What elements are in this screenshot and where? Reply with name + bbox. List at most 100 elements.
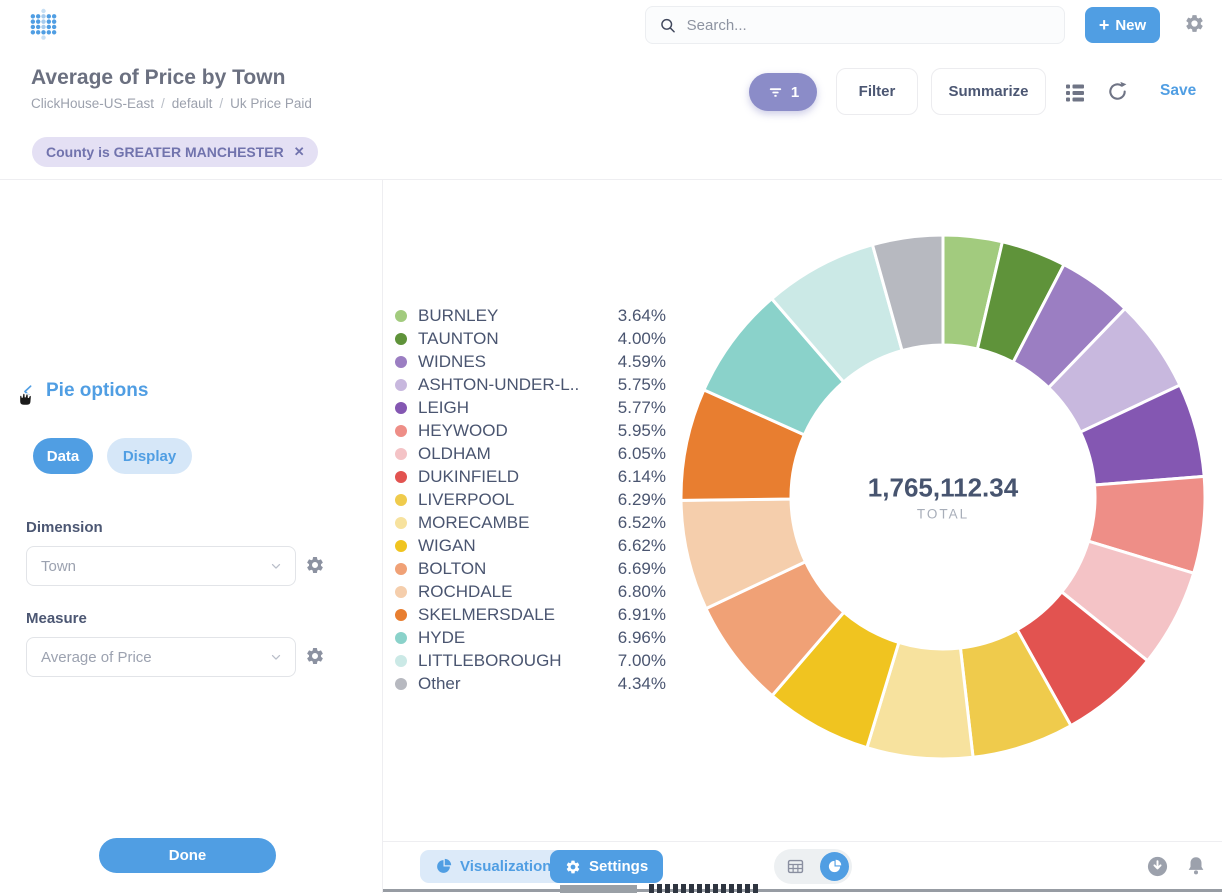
search-bar[interactable] <box>645 6 1065 44</box>
chevron-left-icon[interactable] <box>20 383 37 400</box>
legend-percent: 6.91% <box>618 605 666 625</box>
legend-label: HEYWOOD <box>418 421 618 441</box>
filter-button[interactable]: Filter <box>836 68 918 115</box>
breadcrumb-table[interactable]: Uk Price Paid <box>230 96 312 111</box>
legend-percent: 6.62% <box>618 536 666 556</box>
bell-icon[interactable] <box>1185 855 1207 877</box>
legend-label: DUKINFIELD <box>418 467 618 487</box>
summarize-button[interactable]: Summarize <box>931 68 1046 115</box>
legend-item[interactable]: Other4.34% <box>395 672 666 695</box>
legend-label: WIDNES <box>418 352 618 372</box>
plus-icon: + <box>1099 16 1110 34</box>
visualization-button[interactable]: Visualization <box>420 850 566 883</box>
dimension-value: Town <box>41 558 269 575</box>
filter-count-pill[interactable]: 1 <box>749 73 817 111</box>
legend-item[interactable]: ROCHDALE6.80% <box>395 580 666 603</box>
legend-label: HYDE <box>418 628 618 648</box>
legend-item[interactable]: HYDE6.96% <box>395 626 666 649</box>
legend-item[interactable]: BOLTON6.69% <box>395 557 666 580</box>
measure-gear-icon[interactable] <box>305 646 325 666</box>
legend-color-dot <box>395 678 407 690</box>
legend-color-dot <box>395 609 407 621</box>
settings-button[interactable]: Settings <box>550 850 663 883</box>
pie-chart-icon <box>827 859 842 874</box>
search-input[interactable] <box>687 17 1051 34</box>
legend-label: Other <box>418 674 618 694</box>
legend-item[interactable]: LEIGH5.77% <box>395 396 666 419</box>
legend-color-dot <box>395 310 407 322</box>
legend-item[interactable]: HEYWOOD5.95% <box>395 419 666 442</box>
legend-color-dot <box>395 425 407 437</box>
new-button[interactable]: + New <box>1085 7 1160 43</box>
visualization-label: Visualization <box>460 858 551 875</box>
tab-display[interactable]: Display <box>107 438 192 474</box>
pie-legend: BURNLEY3.64%TAUNTON4.00%WIDNES4.59%ASHTO… <box>395 304 666 695</box>
search-icon <box>659 16 677 35</box>
save-button[interactable]: Save <box>1160 82 1196 100</box>
legend-item[interactable]: DUKINFIELD6.14% <box>395 465 666 488</box>
legend-label: LIVERPOOL <box>418 490 618 510</box>
legend-color-dot <box>395 655 407 667</box>
pie-toggle-active[interactable] <box>820 852 849 881</box>
legend-color-dot <box>395 563 407 575</box>
legend-color-dot <box>395 356 407 368</box>
filter-chip-label: County is GREATER MANCHESTER <box>46 144 284 160</box>
legend-percent: 6.14% <box>618 467 666 487</box>
legend-color-dot <box>395 471 407 483</box>
new-button-label: New <box>1115 17 1146 34</box>
gear-icon[interactable] <box>1184 13 1205 34</box>
legend-label: LITTLEBOROUGH <box>418 651 618 671</box>
pie-options-sidebar: Pie options Data Display Dimension Town … <box>0 180 383 893</box>
legend-color-dot <box>395 333 407 345</box>
legend-item[interactable]: SKELMERSDALE6.91% <box>395 603 666 626</box>
legend-percent: 6.80% <box>618 582 666 602</box>
legend-color-dot <box>395 448 407 460</box>
page-title[interactable]: Average of Price by Town <box>31 66 285 90</box>
legend-item[interactable]: LITTLEBOROUGH7.00% <box>395 649 666 672</box>
measure-select[interactable]: Average of Price <box>26 637 296 677</box>
breadcrumb-database[interactable]: ClickHouse-US-East <box>31 96 154 111</box>
download-icon[interactable] <box>1146 855 1169 878</box>
close-icon[interactable]: ✕ <box>284 144 318 160</box>
legend-percent: 6.96% <box>618 628 666 648</box>
pie-chart-icon <box>435 858 452 875</box>
dimension-label: Dimension <box>26 519 103 536</box>
dimension-select[interactable]: Town <box>26 546 296 586</box>
legend-color-dot <box>395 379 407 391</box>
legend-percent: 5.95% <box>618 421 666 441</box>
breadcrumb: ClickHouse-US-East / default / Uk Price … <box>31 96 312 111</box>
legend-percent: 6.69% <box>618 559 666 579</box>
legend-item[interactable]: ASHTON-UNDER-L..5.75% <box>395 373 666 396</box>
legend-label: LEIGH <box>418 398 618 418</box>
filter-chip[interactable]: County is GREATER MANCHESTER ✕ <box>32 137 318 167</box>
refresh-icon[interactable] <box>1106 80 1129 103</box>
legend-color-dot <box>395 632 407 644</box>
tab-data[interactable]: Data <box>33 438 93 474</box>
legend-percent: 6.05% <box>618 444 666 464</box>
legend-label: BOLTON <box>418 559 618 579</box>
funnel-icon <box>767 84 784 101</box>
legend-item[interactable]: LIVERPOOL6.29% <box>395 488 666 511</box>
legend-item[interactable]: MORECAMBE6.52% <box>395 511 666 534</box>
legend-item[interactable]: WIGAN6.62% <box>395 534 666 557</box>
dimension-gear-icon[interactable] <box>305 555 325 575</box>
legend-color-dot <box>395 494 407 506</box>
legend-color-dot <box>395 402 407 414</box>
legend-item[interactable]: BURNLEY3.64% <box>395 304 666 327</box>
table-icon[interactable] <box>786 857 805 876</box>
notebook-icon[interactable] <box>1063 80 1087 104</box>
breadcrumb-schema[interactable]: default <box>172 96 213 111</box>
legend-label: BURNLEY <box>418 306 618 326</box>
legend-color-dot <box>395 540 407 552</box>
settings-label: Settings <box>589 858 648 875</box>
legend-item[interactable]: WIDNES4.59% <box>395 350 666 373</box>
legend-item[interactable]: TAUNTON4.00% <box>395 327 666 350</box>
done-button[interactable]: Done <box>99 838 276 873</box>
legend-label: OLDHAM <box>418 444 618 464</box>
metabase-logo-icon[interactable] <box>30 8 57 41</box>
filter-count: 1 <box>791 84 799 101</box>
legend-label: SKELMERSDALE <box>418 605 618 625</box>
legend-label: WIGAN <box>418 536 618 556</box>
measure-label: Measure <box>26 610 87 627</box>
legend-item[interactable]: OLDHAM6.05% <box>395 442 666 465</box>
